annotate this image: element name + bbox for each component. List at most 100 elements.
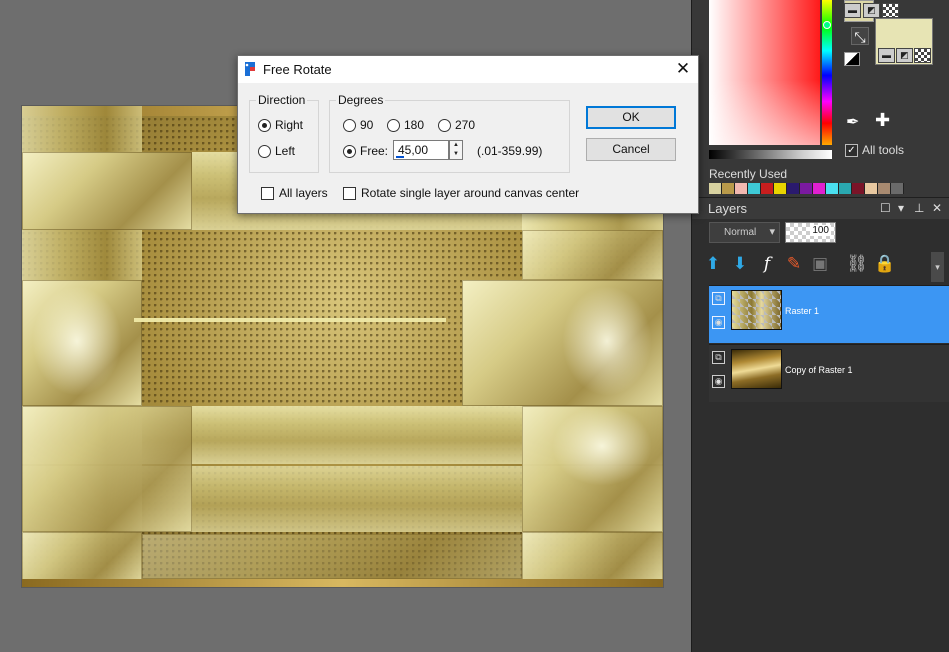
- recent-color-swatch[interactable]: [722, 183, 735, 194]
- blend-mode-select[interactable]: Normal: [709, 222, 780, 243]
- pin-icon[interactable]: ⊥: [914, 201, 924, 215]
- link-icon[interactable]: ⛓: [846, 252, 868, 276]
- recent-color-swatch[interactable]: [735, 183, 748, 194]
- layer-row-raster-1[interactable]: ⧉ ◉ Raster 1: [709, 285, 949, 343]
- checkbox-empty-icon: [261, 186, 274, 200]
- recent-color-swatch[interactable]: [865, 183, 878, 194]
- degrees-180-radio[interactable]: 180: [387, 118, 424, 132]
- layer-group-icon[interactable]: ⧉: [712, 351, 725, 364]
- radio-unselected-icon: [387, 118, 400, 132]
- recent-color-swatch[interactable]: [709, 183, 722, 194]
- fg-texture-button[interactable]: [882, 3, 899, 18]
- layer-thumbnail[interactable]: [731, 290, 782, 330]
- opacity-value: 100: [810, 225, 831, 236]
- menu-arrow-icon[interactable]: ▾: [898, 201, 904, 215]
- degrees-group-title: Degrees: [336, 93, 386, 107]
- recent-color-swatch[interactable]: [878, 183, 891, 194]
- black-white-reset-icon[interactable]: [844, 52, 860, 66]
- hue-marker[interactable]: [823, 21, 831, 29]
- fg-style-button[interactable]: ▬: [844, 3, 861, 18]
- add-plus-icon[interactable]: ✚: [875, 110, 890, 131]
- fg-gradient-button[interactable]: ◩: [863, 3, 880, 18]
- canvas-block: [22, 532, 142, 580]
- recent-color-swatch[interactable]: [761, 183, 774, 194]
- degrees-270-label: 270: [455, 118, 476, 132]
- degrees-270-radio[interactable]: 270: [438, 118, 475, 132]
- degrees-spinner[interactable]: ▲ ▼: [449, 140, 463, 160]
- canvas-glow: [552, 406, 652, 486]
- canvas-block: [22, 152, 192, 230]
- all-layers-checkbox[interactable]: All layers: [261, 186, 328, 200]
- layers-header: Layers ☐ ▾ ⊥ ✕: [692, 197, 949, 219]
- all-tools-label: All tools: [862, 143, 905, 157]
- canvas-block: [522, 230, 663, 280]
- recent-swatches: [709, 183, 904, 194]
- move-layer-up-icon[interactable]: ⬆: [702, 252, 724, 276]
- maximize-icon[interactable]: ☐: [880, 201, 891, 215]
- layer-name[interactable]: Copy of Raster 1: [785, 365, 853, 375]
- mask-icon[interactable]: ▣: [809, 252, 831, 276]
- all-layers-label: All layers: [279, 186, 328, 200]
- recent-color-swatch[interactable]: [813, 183, 826, 194]
- recent-color-swatch[interactable]: [787, 183, 800, 194]
- degrees-180-label: 180: [404, 118, 425, 132]
- layer-icons: ⧉ ◉: [712, 351, 726, 399]
- eye-icon[interactable]: ◉: [712, 316, 725, 329]
- recent-color-swatch[interactable]: [891, 183, 904, 194]
- direction-left-label: Left: [275, 144, 296, 158]
- close-button[interactable]: ✕: [668, 56, 698, 83]
- degrees-range-hint: (.01-359.99): [477, 144, 543, 158]
- eyedropper-icon[interactable]: ✒: [846, 112, 859, 132]
- bg-style-button[interactable]: ▬: [878, 48, 895, 63]
- layer-fx-icon[interactable]: f: [756, 252, 778, 276]
- layer-row-copy-of-raster-1[interactable]: ⧉ ◉ Copy of Raster 1: [709, 344, 949, 402]
- recent-color-swatch[interactable]: [748, 183, 761, 194]
- free-degrees-input[interactable]: 45,00: [393, 140, 449, 160]
- recent-color-swatch[interactable]: [774, 183, 787, 194]
- canvas-block: [142, 534, 522, 579]
- radio-unselected-icon: [343, 118, 356, 132]
- lock-icon[interactable]: 🔒: [874, 252, 896, 276]
- degrees-free-label: Free:: [360, 144, 389, 158]
- layer-name[interactable]: Raster 1: [785, 306, 819, 316]
- bg-gradient-button[interactable]: ◩: [896, 48, 913, 63]
- ok-button[interactable]: OK: [586, 106, 676, 129]
- close-panel-icon[interactable]: ✕: [932, 201, 942, 215]
- cancel-button[interactable]: Cancel: [586, 138, 676, 161]
- layer-thumbnail[interactable]: [731, 349, 782, 389]
- color-picker-field[interactable]: [709, 0, 820, 145]
- layer-menu-button[interactable]: ▾: [931, 252, 944, 282]
- layers-panel: Layers ☐ ▾ ⊥ ✕ Normal 100 ⬆ ⬇ f ✎ ▣ ⛓ 🔒 …: [692, 197, 949, 652]
- degrees-free-radio[interactable]: Free:: [343, 144, 388, 158]
- recent-color-swatch[interactable]: [839, 183, 852, 194]
- spin-up-icon[interactable]: ▲: [450, 141, 462, 150]
- direction-left-radio[interactable]: Left: [258, 144, 295, 158]
- canvas-glow: [32, 286, 122, 396]
- recent-color-swatch[interactable]: [852, 183, 865, 194]
- blend-row: Normal 100: [709, 222, 939, 244]
- degrees-90-radio[interactable]: 90: [343, 118, 373, 132]
- brush-icon[interactable]: ✎: [783, 252, 805, 276]
- rotate-single-layer-checkbox[interactable]: Rotate single layer around canvas center: [343, 186, 579, 200]
- bg-texture-button[interactable]: [914, 48, 931, 63]
- dialog-titlebar[interactable]: Free Rotate ✕: [238, 56, 698, 83]
- grayscale-strip[interactable]: [709, 150, 832, 159]
- direction-right-radio[interactable]: Right: [258, 118, 303, 132]
- recent-color-swatch[interactable]: [826, 183, 839, 194]
- spin-down-icon[interactable]: ▼: [450, 150, 462, 159]
- app-logo-icon: [245, 62, 255, 76]
- eye-icon[interactable]: ◉: [712, 375, 725, 388]
- checkbox-empty-icon: [343, 186, 356, 200]
- canvas-bottom-border: [22, 579, 663, 587]
- layer-toolbar: ⬆ ⬇ f ✎ ▣ ⛓ 🔒 ▾: [702, 252, 944, 282]
- all-tools-checkbox[interactable]: ✓ All tools: [845, 143, 904, 157]
- direction-group: Direction Right Left: [249, 93, 319, 173]
- layer-group-icon[interactable]: ⧉: [712, 292, 725, 305]
- canvas-glow: [562, 286, 652, 396]
- recent-color-swatch[interactable]: [800, 183, 813, 194]
- move-layer-down-icon[interactable]: ⬇: [729, 252, 751, 276]
- swap-colors-icon[interactable]: ⤡: [851, 27, 869, 45]
- opacity-field[interactable]: 100: [785, 222, 836, 243]
- direction-right-label: Right: [275, 118, 304, 132]
- direction-group-title: Direction: [256, 93, 308, 107]
